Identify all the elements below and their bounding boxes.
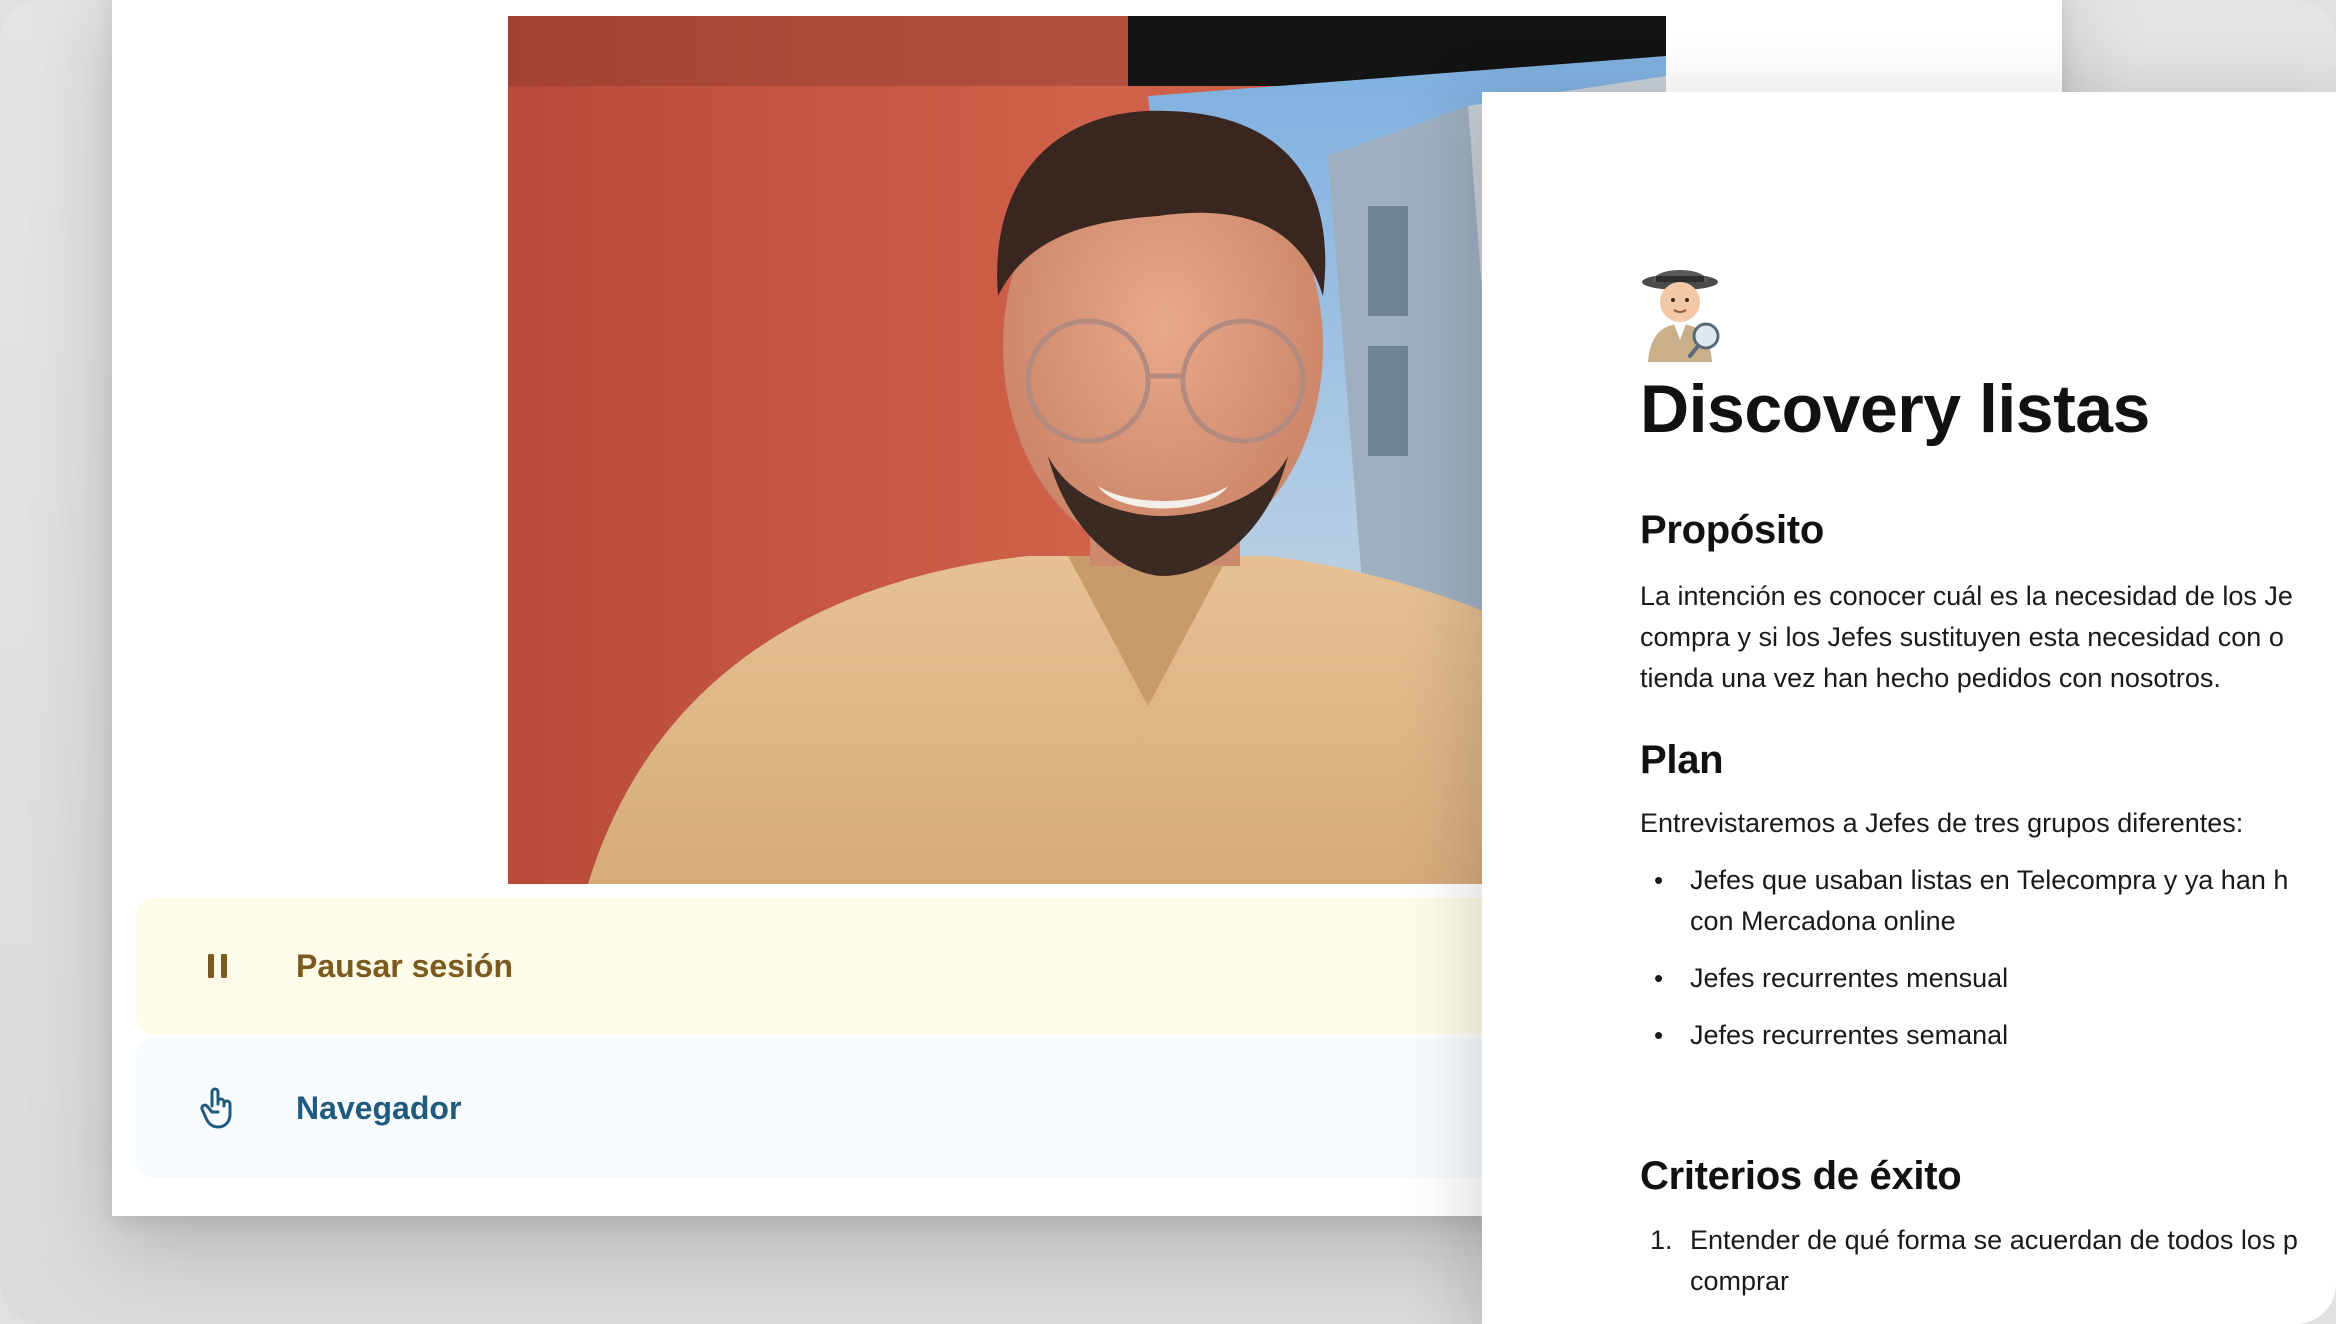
pause-session-label: Pausar sesión	[296, 947, 513, 984]
purpose-heading: Propósito	[1640, 508, 1824, 552]
success-criteria-heading: Criterios de éxito	[1640, 1154, 1962, 1198]
list-item: Jefes que usaban listas en Telecompra y …	[1640, 860, 2288, 942]
desktop-canvas: Pausar sesión Navegador Discovery listas…	[0, 0, 2336, 1324]
purpose-line: tienda una vez han hecho pedidos con nos…	[1640, 663, 2221, 693]
criteria-list: 1. Entender de qué forma se acuerdan de …	[1640, 1220, 2298, 1302]
notes-document-panel: Discovery listas Propósito La intención …	[1482, 92, 2336, 1324]
list-item: Jefes recurrentes mensual	[1640, 958, 2288, 999]
pointing-hand-icon	[188, 1078, 248, 1138]
list-item-line: Jefes que usaban listas en Telecompra y …	[1690, 865, 2289, 895]
list-item-line: Entender de qué forma se acuerdan de tod…	[1690, 1225, 2298, 1255]
purpose-paragraph: La intención es conocer cuál es la neces…	[1640, 576, 2293, 699]
browser-label: Navegador	[296, 1089, 462, 1126]
browser-button[interactable]: Navegador	[136, 1038, 1596, 1178]
purpose-line: La intención es conocer cuál es la neces…	[1640, 581, 2293, 611]
pause-icon	[188, 936, 248, 996]
purpose-line: compra y si los Jefes sustituyen esta ne…	[1640, 622, 2284, 652]
plan-list: Jefes que usaban listas en Telecompra y …	[1640, 860, 2288, 1056]
pause-session-button[interactable]: Pausar sesión	[136, 898, 1596, 1034]
list-item: 1. Entender de qué forma se acuerdan de …	[1640, 1220, 2298, 1302]
list-item: Jefes recurrentes semanal	[1640, 1015, 2288, 1056]
plan-intro: Entrevistaremos a Jefes de tres grupos d…	[1640, 808, 2244, 838]
plan-heading: Plan	[1640, 738, 1724, 782]
page-title: Discovery listas	[1640, 371, 2150, 447]
list-number: 1.	[1650, 1225, 1673, 1255]
detective-icon	[1640, 262, 1732, 362]
list-item-line: comprar	[1690, 1266, 1790, 1296]
list-item-line: con Mercadona online	[1690, 906, 1956, 936]
